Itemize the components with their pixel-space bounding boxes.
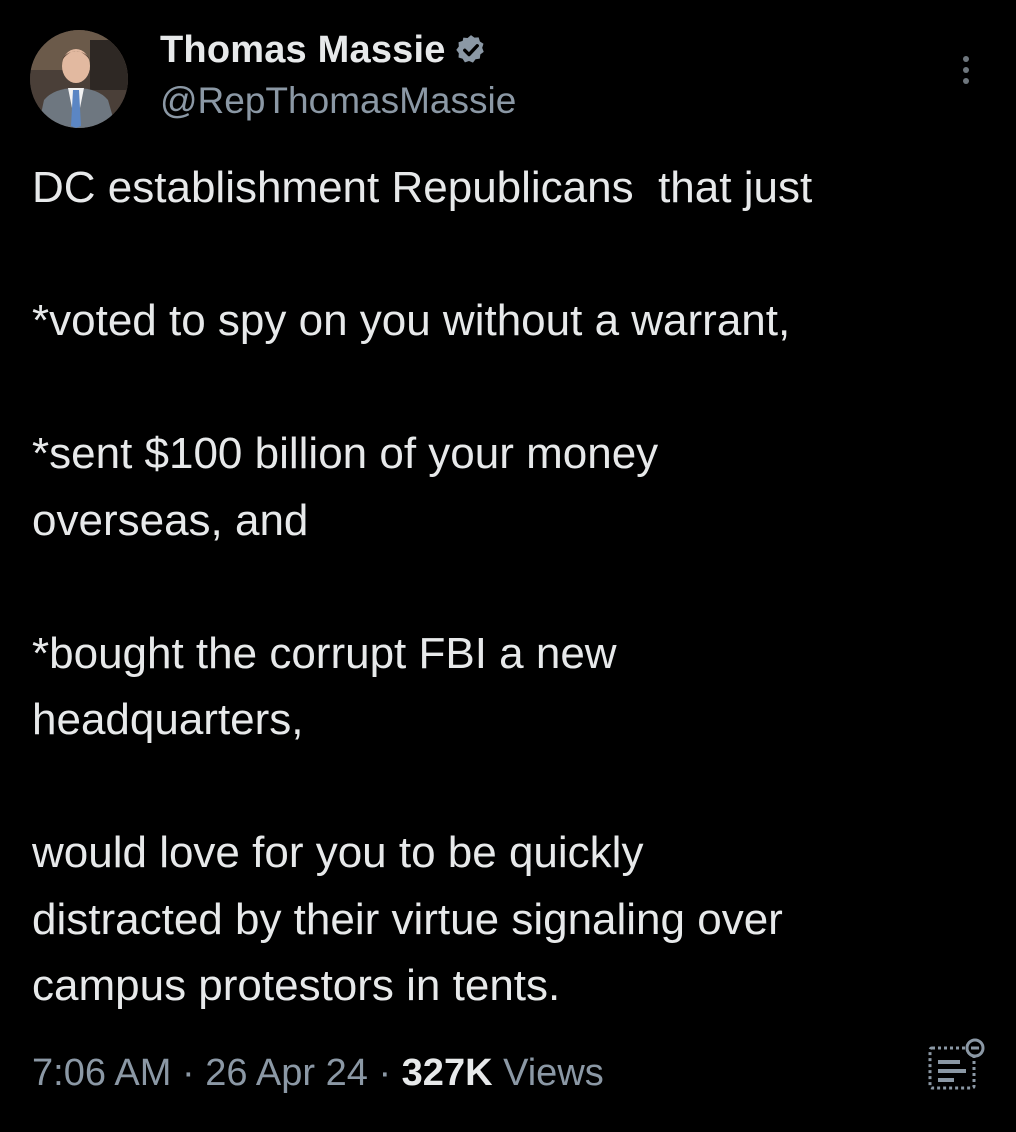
dot (963, 56, 969, 62)
dot (963, 78, 969, 84)
tweet-paragraph: *voted to spy on you without a warrant, (32, 296, 791, 345)
author-name-row: Thomas Massie (160, 26, 488, 74)
dot (963, 67, 969, 73)
author-display-name[interactable]: Thomas Massie (160, 29, 446, 72)
post-analytics-icon[interactable] (924, 1036, 988, 1096)
tweet-paragraph-line: distracted by their virtue signaling ove… (32, 894, 783, 944)
tweet-text: DC establishment Republicans that just *… (32, 155, 992, 1020)
tweet-paragraph-line: headquarters, (32, 695, 304, 744)
tweet-paragraph-line: would love for you to be quickly (32, 828, 644, 877)
tweet-paragraph: DC establishment Republicans that just (32, 163, 813, 212)
tweet-paragraph-line: overseas, and (32, 495, 309, 545)
verified-badge-icon[interactable] (454, 33, 488, 67)
meta-separator: · (181, 1052, 195, 1094)
meta-separator: · (378, 1052, 392, 1094)
avatar[interactable] (30, 30, 128, 128)
tweet-metadata: 7:06 AM · 26 Apr 24 · 327K Views (32, 1052, 604, 1095)
tweet: Thomas Massie @RepThomasMassie DC establ… (0, 0, 1016, 1132)
tweet-paragraph-line: *sent $100 billion of your money (32, 429, 659, 478)
tweet-paragraph-line: *bought the corrupt FBI a new (32, 628, 617, 678)
views-count: 327K (401, 1052, 493, 1094)
profile-photo (30, 30, 128, 128)
tweet-date[interactable]: 26 Apr 24 (205, 1052, 368, 1094)
tweet-paragraph-line: campus protestors in tents. (32, 961, 561, 1010)
views-label: Views (503, 1052, 604, 1094)
author-handle[interactable]: @RepThomasMassie (160, 80, 516, 122)
more-vertical-icon[interactable] (950, 50, 982, 90)
tweet-time[interactable]: 7:06 AM (32, 1052, 171, 1094)
